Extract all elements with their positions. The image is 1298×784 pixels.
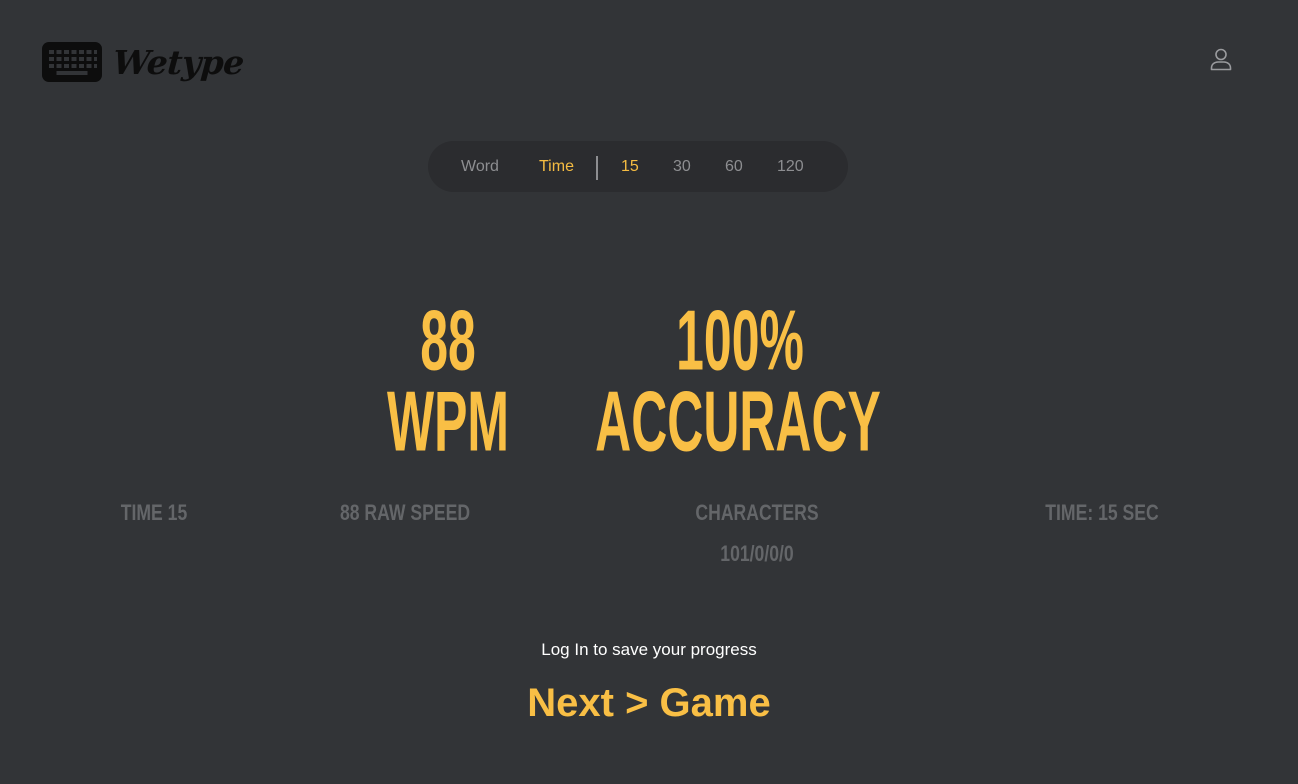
test-time: TIME: 15 SEC bbox=[1045, 500, 1159, 525]
mode-selector: Word Time 15 30 60 120 bbox=[428, 141, 848, 192]
characters-label: CHARACTERS bbox=[695, 500, 819, 525]
duration-15[interactable]: 15 bbox=[621, 141, 639, 192]
mode-time[interactable]: Time bbox=[539, 141, 574, 192]
wpm-label: WPM bbox=[387, 372, 509, 470]
raw-speed: 88 RAW SPEED bbox=[339, 500, 471, 525]
accuracy-label: ACCURACY bbox=[595, 372, 881, 470]
next-game-container: Next > Game bbox=[0, 681, 1298, 726]
user-icon bbox=[1210, 48, 1232, 71]
login-prompt-text: to save your progress bbox=[588, 640, 757, 659]
logo-text: Wetype bbox=[111, 42, 246, 82]
characters-value: 101/0/0/0 bbox=[720, 541, 794, 566]
logo[interactable]: Wetype bbox=[42, 42, 246, 82]
duration-60[interactable]: 60 bbox=[725, 141, 743, 192]
user-account-button[interactable] bbox=[1208, 47, 1234, 73]
login-prompt: Log In to save your progress bbox=[0, 640, 1298, 660]
duration-120[interactable]: 120 bbox=[777, 141, 804, 192]
mode-divider bbox=[596, 156, 598, 180]
keyboard-icon bbox=[42, 42, 102, 82]
next-game-button[interactable]: Next > Game bbox=[527, 681, 770, 725]
test-type: TIME 15 bbox=[120, 500, 188, 525]
results-page: Wetype Word Time 15 30 60 120 88 WPM 100… bbox=[0, 0, 1298, 784]
accuracy-value: 100% bbox=[676, 291, 804, 389]
wpm-value: 88 bbox=[420, 291, 476, 389]
mode-word[interactable]: Word bbox=[461, 141, 499, 192]
duration-30[interactable]: 30 bbox=[673, 141, 691, 192]
login-link[interactable]: Log In bbox=[541, 640, 588, 659]
